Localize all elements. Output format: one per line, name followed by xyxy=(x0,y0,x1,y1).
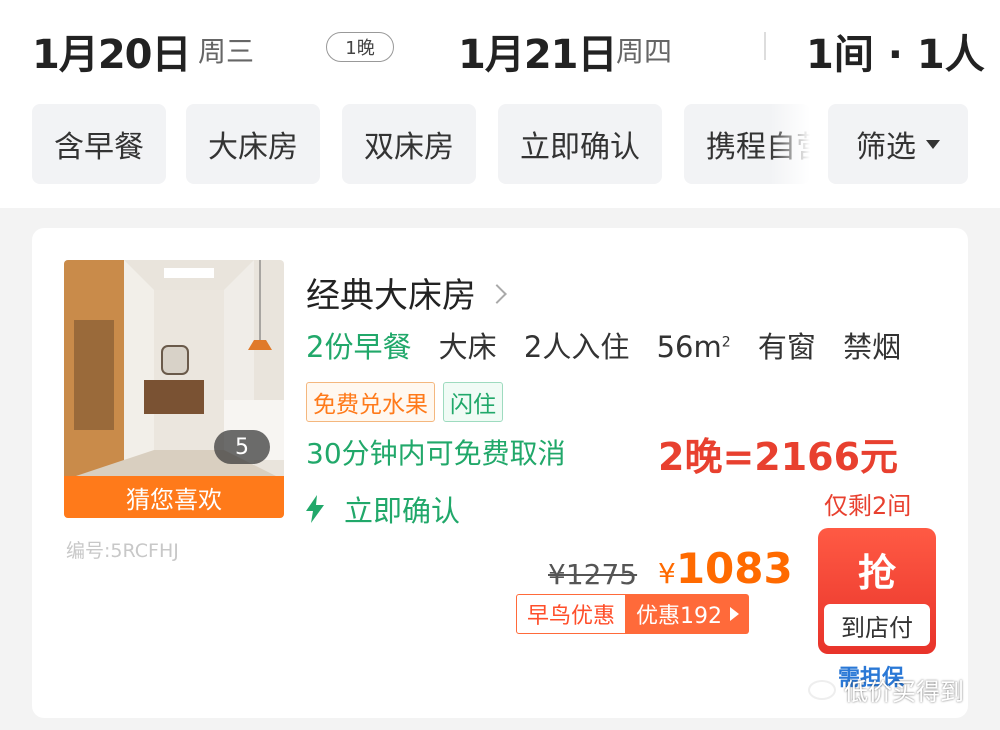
filter-label: 筛选 xyxy=(856,130,916,165)
room-features: 2份早餐 大床 2人入住 56m2 有窗 禁烟 xyxy=(306,324,919,366)
feature-bed: 大床 xyxy=(438,330,497,364)
feature-window: 有窗 xyxy=(757,330,816,364)
checkout-date[interactable]: 1月21日 xyxy=(458,22,617,80)
nights-badge: 1晚 xyxy=(326,32,394,62)
promo-label: 早鸟优惠 xyxy=(516,594,627,634)
filter-chip-bar: 含早餐 大床房 双床房 立即确认 携程自营 筛选 xyxy=(0,104,1000,186)
room-photo[interactable]: 5 猜您喜欢 xyxy=(64,260,284,518)
pay-method: 到店付 xyxy=(824,604,930,646)
room-title-link[interactable]: 经典大床房 xyxy=(306,268,507,317)
feature-smoking: 禁烟 xyxy=(843,330,902,364)
watermark-text: 低价买得到 xyxy=(844,678,964,706)
chip-king-bed[interactable]: 大床房 xyxy=(186,104,320,184)
search-header: 1月20日 周三 1晚 1月21日 周四 1间 · 1人 含早餐 大床房 双床房… xyxy=(0,0,1000,208)
tag-flash-stay: 闪住 xyxy=(443,382,503,422)
price-value: 1083 xyxy=(675,544,793,593)
chip-twin-bed[interactable]: 双床房 xyxy=(342,104,476,184)
room-tags: 免费兑水果 闪住 xyxy=(306,382,503,422)
photo-count-badge: 5 xyxy=(214,430,270,464)
recommend-tag: 猜您喜欢 xyxy=(64,476,284,518)
feature-area: 56m2 xyxy=(657,330,731,364)
divider xyxy=(764,32,766,60)
caret-down-icon xyxy=(926,139,940,149)
promo-discount: 优惠192 xyxy=(626,594,750,634)
book-button-label: 抢 xyxy=(857,551,896,595)
checkin-date[interactable]: 1月20日 xyxy=(32,22,191,80)
watermark: 低价买得到 xyxy=(808,672,964,707)
chip-instant-confirm[interactable]: 立即确认 xyxy=(498,104,662,184)
checkin-weekday: 周三 xyxy=(198,35,255,68)
triangle-right-icon xyxy=(730,607,740,621)
chevron-right-icon xyxy=(487,283,507,304)
total-price: 2晚=2166元 xyxy=(658,435,899,479)
current-price: ¥1083 xyxy=(658,544,793,593)
feature-area-value: 56m xyxy=(656,330,722,364)
scroll-fade xyxy=(770,104,810,184)
wechat-logo-icon xyxy=(808,679,836,700)
room-card[interactable]: 5 猜您喜欢 编号:5RCFHJ 经典大床房 2份早餐 大床 2人入住 56m2… xyxy=(32,228,968,718)
checkout-weekday: 周四 xyxy=(616,35,673,68)
cancel-policy: 30分钟内可免费取消 xyxy=(306,437,566,470)
lightning-icon xyxy=(306,495,324,523)
filter-button[interactable]: 筛选 xyxy=(828,104,968,184)
instant-confirm-label: 立即确认 xyxy=(344,494,461,528)
instant-confirm: 立即确认 xyxy=(306,488,460,530)
tag-free-fruit: 免费兑水果 xyxy=(306,382,435,422)
rooms-left: 仅剩2间 xyxy=(824,492,912,520)
price-currency: ¥ xyxy=(658,557,676,590)
feature-area-unit-sup: 2 xyxy=(721,334,731,351)
book-button[interactable]: 抢 到店付 xyxy=(818,528,936,654)
original-price: ¥1275 xyxy=(548,558,638,591)
room-name: 经典大床房 xyxy=(306,276,476,316)
feature-occupancy: 2人入住 xyxy=(523,330,630,364)
promo-discount-text: 优惠192 xyxy=(636,604,723,629)
room-code: 编号:5RCFHJ xyxy=(66,540,179,562)
feature-breakfast: 2份早餐 xyxy=(306,330,412,364)
rooms-guests-selector[interactable]: 1间 · 1人 xyxy=(806,22,985,80)
promo-badge[interactable]: 早鸟优惠 优惠192 xyxy=(516,594,750,634)
chip-breakfast[interactable]: 含早餐 xyxy=(32,104,166,184)
